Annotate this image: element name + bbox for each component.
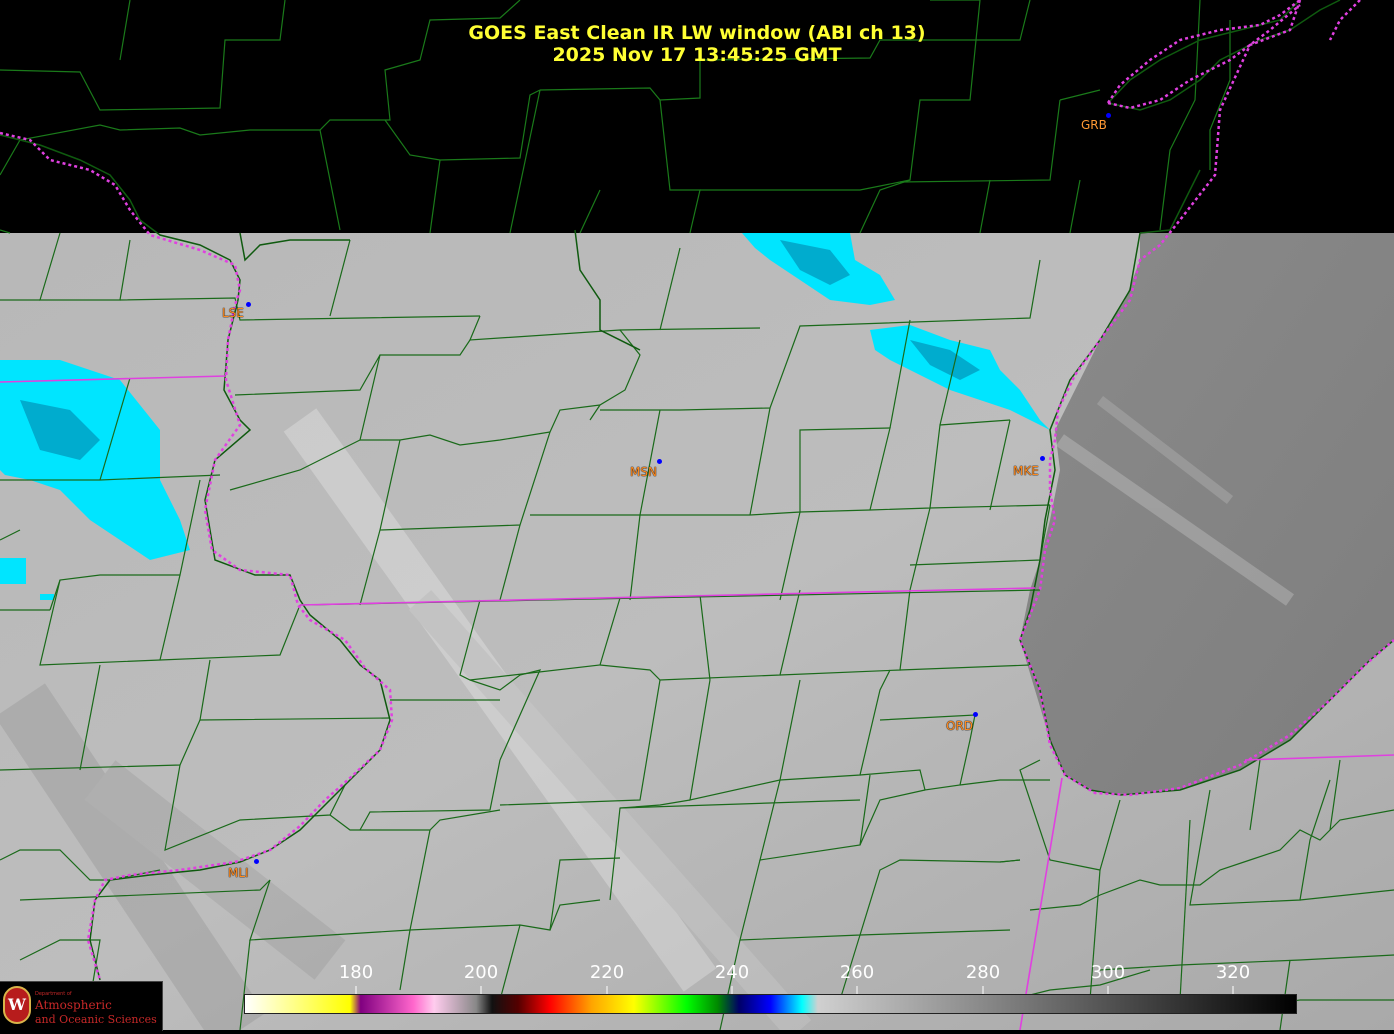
logo-department: Department of <box>35 991 72 997</box>
station-label: MSN <box>630 465 657 479</box>
map-canvas <box>0 0 1394 1034</box>
map-title: GOES East Clean IR LW window (ABI ch 13) <box>468 22 926 44</box>
colorbar-tick: 300 <box>1090 962 1126 983</box>
station-lse: LSE <box>222 302 251 320</box>
colorbar-tick: 260 <box>839 962 875 983</box>
aos-logo: W Department of Atmospheric and Oceanic … <box>0 981 163 1031</box>
station-label: LSE <box>222 306 244 320</box>
station-dot <box>254 859 259 864</box>
station-label: ORD <box>946 719 974 733</box>
station-grb: GRB <box>1081 113 1111 132</box>
colorbar-tick: 180 <box>338 962 374 983</box>
colorbar-tick: 280 <box>965 962 1001 983</box>
colorbar-tick: 320 <box>1215 962 1251 983</box>
temperature-colorbar <box>244 994 1297 1014</box>
station-dot <box>1040 456 1045 461</box>
station-mke: MKE <box>1013 456 1045 478</box>
station-dot <box>246 302 251 307</box>
logo-line2: and Oceanic Sciences <box>35 1013 157 1026</box>
satellite-map: GOES East Clean IR LW window (ABI ch 13)… <box>0 0 1394 1034</box>
colorbar-tick: 200 <box>463 962 499 983</box>
map-timestamp: 2025 Nov 17 13:45:25 GMT <box>552 44 842 66</box>
station-dot <box>1106 113 1111 118</box>
uw-seal-icon: W <box>3 986 31 1024</box>
station-dot <box>973 712 978 717</box>
station-label: MKE <box>1013 464 1039 478</box>
station-msn: MSN <box>630 459 662 479</box>
colorbar-tick: 220 <box>589 962 625 983</box>
station-mli: MLI <box>228 859 259 880</box>
station-ord: ORD <box>946 712 978 733</box>
station-label: GRB <box>1081 118 1107 132</box>
logo-line1: Atmospheric <box>35 998 112 1012</box>
station-dot <box>657 459 662 464</box>
station-label: MLI <box>228 866 249 880</box>
colorbar-tick: 240 <box>714 962 750 983</box>
